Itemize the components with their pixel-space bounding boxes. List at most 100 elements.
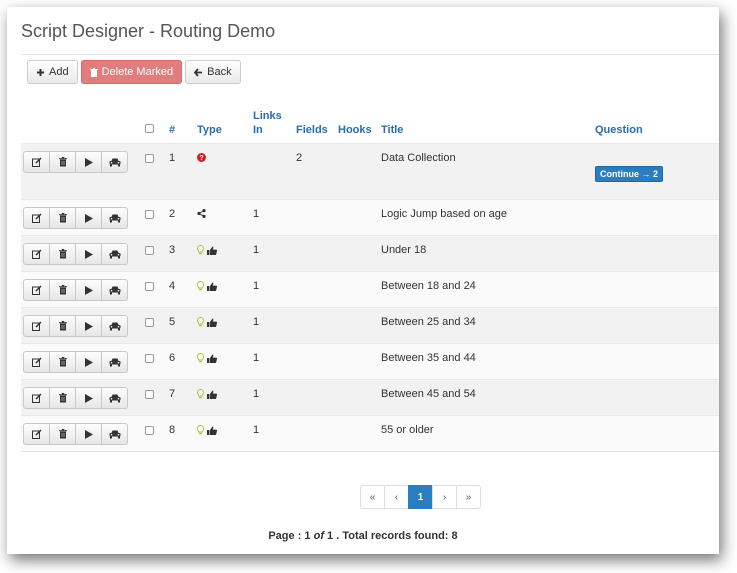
row-trash-button[interactable] — [49, 351, 76, 373]
row-type-icons — [197, 209, 249, 218]
row-car-button[interactable] — [101, 423, 128, 445]
row-car-button[interactable] — [101, 151, 128, 173]
next-page-button[interactable]: › — [432, 485, 457, 509]
row-type-icons: ? — [197, 153, 249, 162]
row-hooks — [336, 235, 379, 272]
row-checkbox[interactable] — [145, 282, 154, 291]
row-play-button[interactable] — [75, 243, 102, 265]
total-label: 1 . Total records found: 8 — [327, 530, 458, 542]
row-checkbox[interactable] — [145, 390, 154, 399]
row-links-in[interactable]: 1 — [251, 307, 294, 344]
row-number: 8 — [167, 415, 195, 452]
row-links-in[interactable]: 1 — [251, 343, 294, 380]
delete-marked-button-label: Delete Marked — [101, 66, 174, 78]
row-type-cell — [195, 379, 251, 416]
row-play-button[interactable] — [75, 279, 102, 301]
car-icon — [109, 430, 121, 439]
play-icon — [84, 357, 93, 367]
trash-icon — [58, 249, 67, 259]
row-title: Between 45 and 54 — [379, 379, 593, 416]
row-links-in[interactable] — [251, 143, 294, 200]
row-actions-cell — [21, 235, 143, 272]
add-button[interactable]: Add — [27, 60, 78, 84]
row-links-in[interactable]: 1 — [251, 415, 294, 452]
row-edit-button[interactable] — [23, 423, 50, 445]
row-edit-button[interactable] — [23, 279, 50, 301]
title-column-header: Title — [381, 124, 404, 136]
row-type-cell: ? — [195, 143, 251, 200]
row-play-button[interactable] — [75, 423, 102, 445]
row-play-button[interactable] — [75, 207, 102, 229]
row-actions — [23, 279, 141, 301]
row-question-cell — [593, 271, 719, 308]
row-trash-button[interactable] — [49, 423, 76, 445]
row-trash-button[interactable] — [49, 151, 76, 173]
row-edit-button[interactable] — [23, 243, 50, 265]
row-question-cell: Continue → 2 — [593, 143, 719, 200]
row-play-button[interactable] — [75, 315, 102, 337]
row-type-icons — [197, 425, 249, 435]
row-car-button[interactable] — [101, 207, 128, 229]
continue-button[interactable]: Continue → 2 — [595, 166, 663, 182]
row-car-button[interactable] — [101, 279, 128, 301]
row-trash-button[interactable] — [49, 207, 76, 229]
row-edit-button[interactable] — [23, 207, 50, 229]
row-checkbox[interactable] — [145, 210, 154, 219]
row-title: Under 18 — [379, 235, 593, 272]
first-page-button[interactable]: « — [360, 485, 385, 509]
row-actions — [23, 151, 141, 173]
row-links-in[interactable]: 1 — [251, 379, 294, 416]
row-type-icons — [197, 281, 249, 291]
row-checkbox[interactable] — [145, 426, 154, 435]
row-links-in[interactable]: 1 — [251, 235, 294, 272]
select-all-checkbox[interactable] — [145, 124, 154, 133]
row-actions — [23, 423, 141, 445]
plus-icon — [36, 68, 45, 77]
row-title: Logic Jump based on age — [379, 199, 593, 236]
delete-marked-button[interactable]: Delete Marked — [80, 60, 183, 84]
row-actions-cell — [21, 143, 143, 200]
row-select-cell — [143, 307, 167, 344]
thumbs-up-icon — [207, 282, 217, 291]
row-play-button[interactable] — [75, 351, 102, 373]
table-row: 6 1 Between 35 and 44 — [21, 343, 719, 380]
play-icon — [84, 249, 93, 259]
row-checkbox[interactable] — [145, 354, 154, 363]
row-trash-button[interactable] — [49, 315, 76, 337]
row-edit-button[interactable] — [23, 315, 50, 337]
current-page-button[interactable]: 1 — [408, 485, 433, 509]
row-checkbox[interactable] — [145, 318, 154, 327]
toolbar: Add Delete Marked Back — [27, 60, 241, 84]
row-trash-button[interactable] — [49, 243, 76, 265]
row-car-button[interactable] — [101, 315, 128, 337]
edit-icon — [31, 285, 42, 295]
row-trash-button[interactable] — [49, 279, 76, 301]
row-play-button[interactable] — [75, 387, 102, 409]
row-links-in[interactable]: 1 — [251, 271, 294, 308]
page-label: Page : 1 — [268, 530, 311, 542]
row-title: 55 or older — [379, 415, 593, 452]
share-icon — [197, 209, 206, 218]
row-checkbox[interactable] — [145, 246, 154, 255]
row-trash-button[interactable] — [49, 387, 76, 409]
car-icon — [109, 394, 121, 403]
row-edit-button[interactable] — [23, 387, 50, 409]
row-play-button[interactable] — [75, 151, 102, 173]
row-edit-button[interactable] — [23, 151, 50, 173]
row-car-button[interactable] — [101, 351, 128, 373]
row-car-button[interactable] — [101, 243, 128, 265]
row-fields — [294, 307, 336, 344]
play-icon — [84, 429, 93, 439]
row-checkbox[interactable] — [145, 154, 154, 163]
car-icon — [109, 250, 121, 259]
row-title: Between 35 and 44 — [379, 343, 593, 380]
back-button[interactable]: Back — [185, 60, 241, 84]
script-table: # Type Links In Fields Hooks Title Quest… — [21, 109, 719, 452]
table-row: 8 1 55 or older — [21, 415, 719, 452]
row-links-in[interactable]: 1 — [251, 199, 294, 236]
row-car-button[interactable] — [101, 387, 128, 409]
last-page-button[interactable]: » — [456, 485, 481, 509]
row-edit-button[interactable] — [23, 351, 50, 373]
prev-page-button[interactable]: ‹ — [384, 485, 409, 509]
arrow-left-icon — [194, 67, 203, 77]
